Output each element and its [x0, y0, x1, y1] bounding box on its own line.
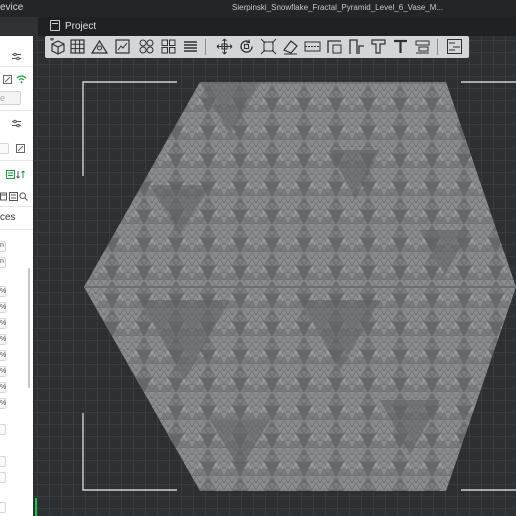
grid-plate-icon	[70, 39, 85, 54]
toolbar-separator	[437, 39, 438, 55]
cut-icon	[304, 41, 321, 52]
measure-button[interactable]	[369, 37, 388, 56]
viewport-toolbar	[45, 36, 469, 58]
split-parts-icon	[161, 39, 176, 54]
scale-button[interactable]	[259, 37, 278, 56]
rotate-icon	[240, 39, 253, 53]
move-button[interactable]	[215, 37, 234, 56]
add-cube-button[interactable]	[48, 37, 67, 56]
add-cube-icon	[50, 38, 65, 55]
assembly-icon	[415, 40, 430, 54]
move-icon	[216, 38, 233, 55]
text-button[interactable]	[391, 37, 410, 56]
auto-orient-button[interactable]	[90, 37, 109, 56]
support-paint-button[interactable]	[347, 37, 366, 56]
layers-button[interactable]	[181, 37, 200, 56]
measure-icon	[371, 39, 386, 54]
cut-button[interactable]	[303, 37, 322, 56]
variable-layer-button[interactable]	[445, 37, 464, 56]
scale-icon	[260, 38, 277, 55]
status-indicator	[35, 498, 37, 516]
assembly-button[interactable]	[413, 37, 432, 56]
grid-plate-button[interactable]	[68, 37, 87, 56]
sierpinski-model[interactable]	[0, 0, 516, 516]
split-parts-button[interactable]	[159, 37, 178, 56]
arrange-icon	[115, 39, 130, 54]
support-paint-icon	[349, 39, 364, 54]
toolbar-separator	[205, 39, 206, 55]
layers-icon	[184, 41, 197, 52]
split-objects-button[interactable]	[137, 37, 156, 56]
text-icon	[394, 39, 407, 53]
seam-button[interactable]	[325, 37, 344, 56]
seam-icon	[327, 40, 342, 54]
variable-layer-icon	[447, 39, 462, 54]
rotate-button[interactable]	[237, 37, 256, 56]
auto-orient-icon	[91, 39, 108, 54]
erase-icon	[283, 40, 298, 55]
erase-button[interactable]	[281, 37, 300, 56]
arrange-button[interactable]	[113, 37, 132, 56]
split-objects-icon	[139, 39, 154, 54]
